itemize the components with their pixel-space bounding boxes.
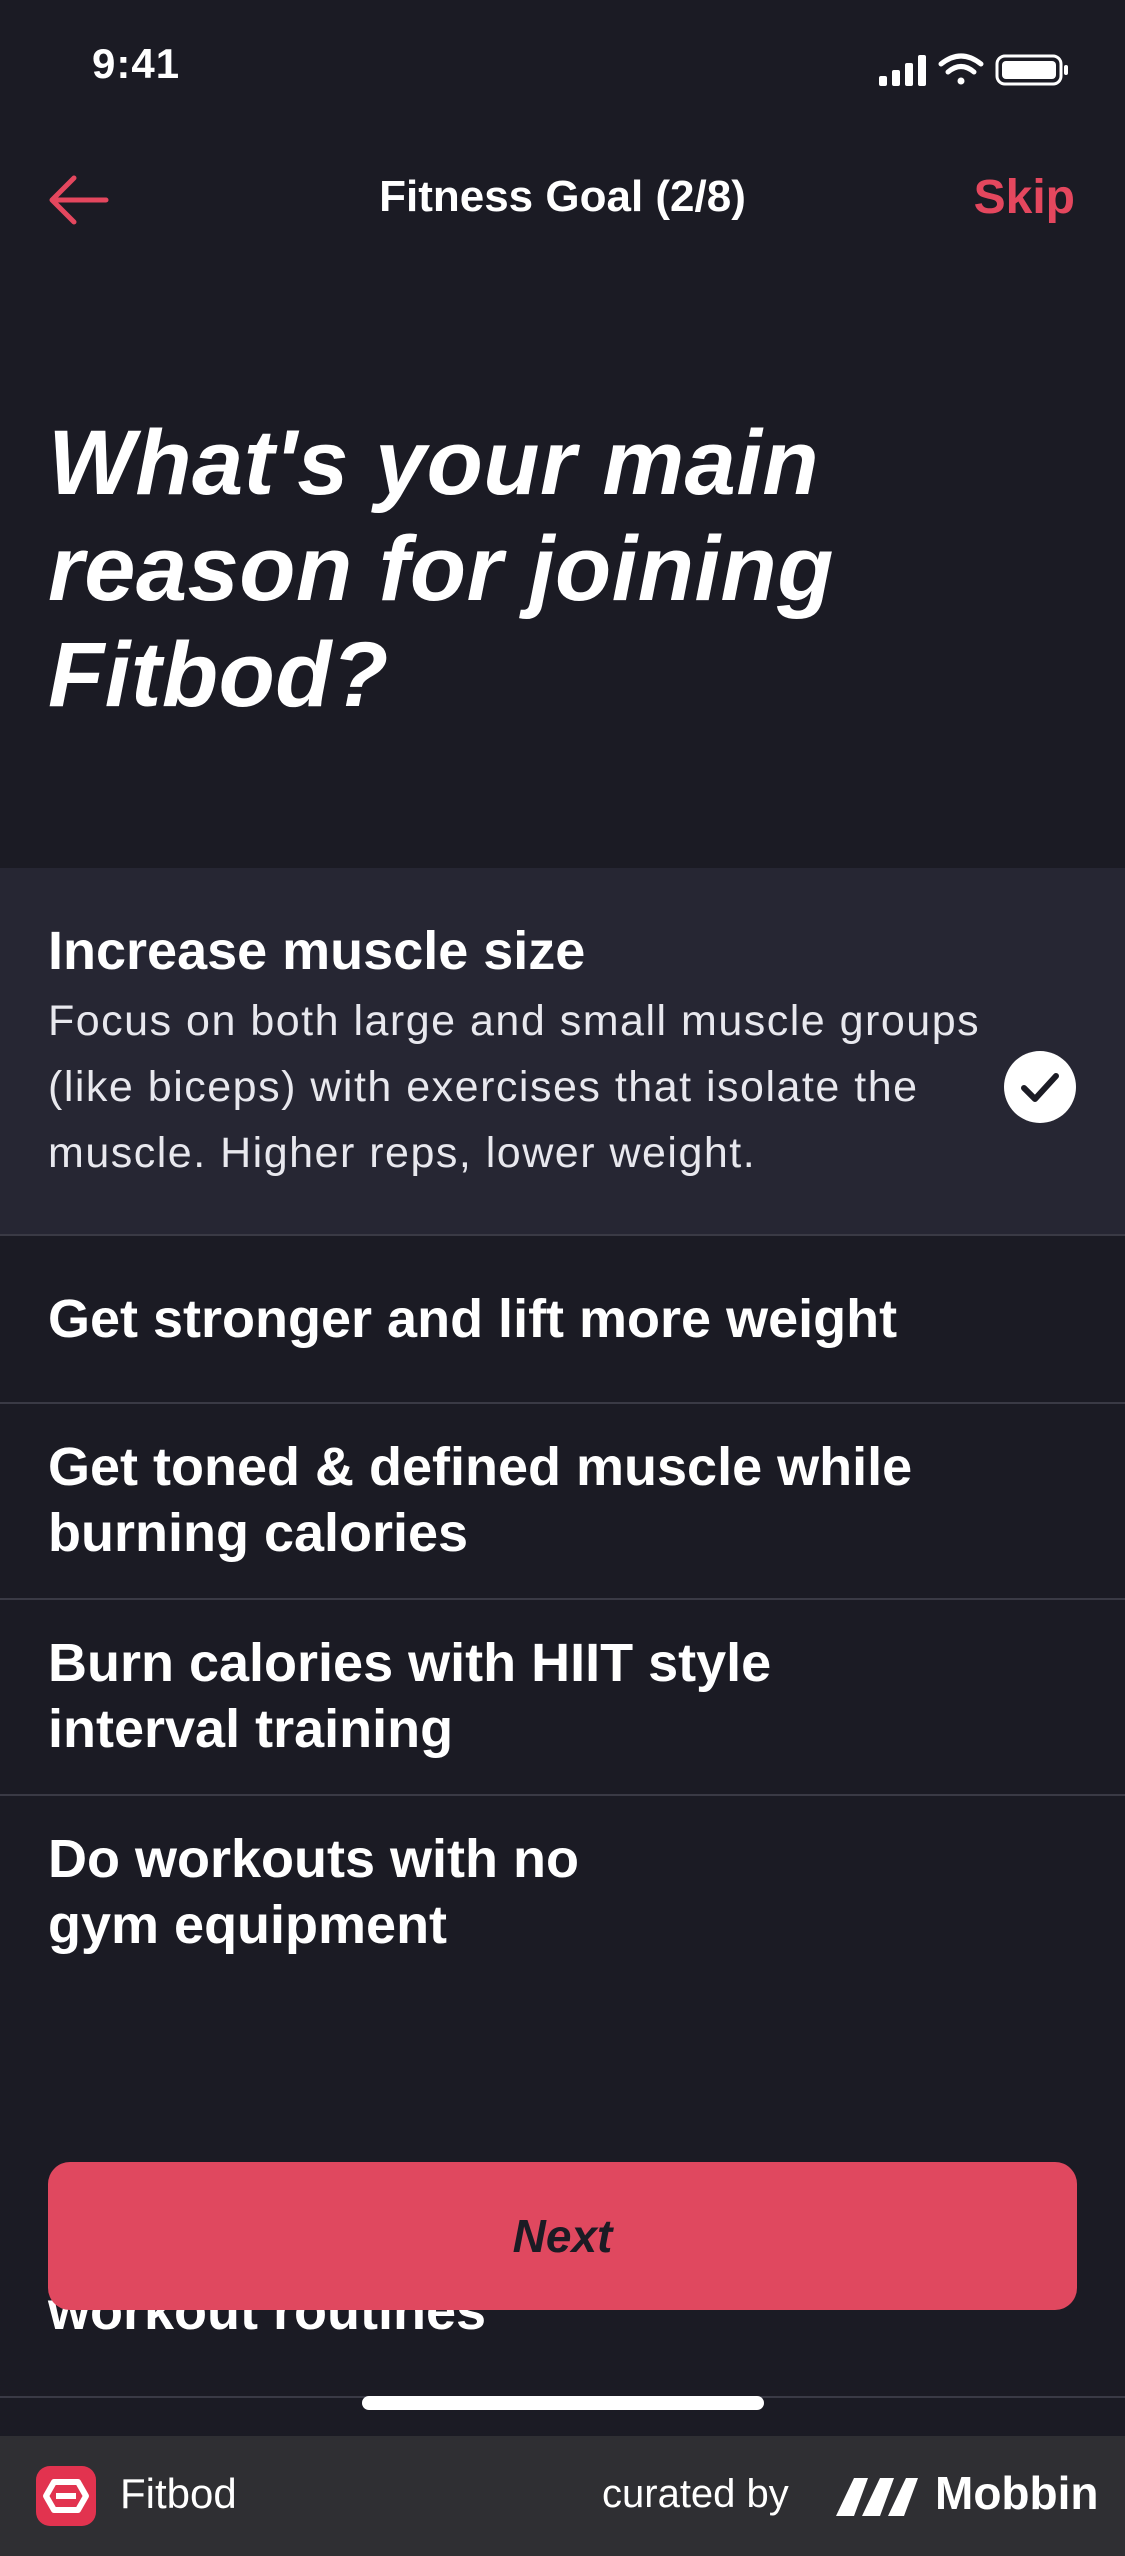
option-title: Get stronger and lift more weight <box>48 1289 898 1349</box>
status-icons <box>879 52 1079 88</box>
status-time: 9:41 <box>92 40 181 87</box>
option-title: Do workouts with no gym equipment <box>48 1829 579 1955</box>
home-indicator[interactable] <box>362 2396 764 2410</box>
skip-button[interactable]: Skip <box>974 170 1075 225</box>
footer-bar: Fitbod curated by Mobbin <box>0 2436 1125 2556</box>
mobbin-logo-icon <box>836 2478 918 2516</box>
option-title: Get toned & defined muscle while burning… <box>48 1437 913 1563</box>
nav-bar: Fitness Goal (2/8) Skip <box>0 150 1125 250</box>
footer-app-name: Fitbod <box>120 2470 237 2517</box>
option-title: Increase muscle size <box>48 921 586 981</box>
option-description: Focus on both large and small muscle gro… <box>48 997 981 1177</box>
wifi-icon <box>938 53 984 85</box>
option-increase-muscle-size[interactable]: Increase muscle size Focus on both large… <box>0 868 1125 1236</box>
option-burn-calories-hiit[interactable]: Burn calories with HIIT style interval t… <box>0 1600 1125 1796</box>
option-no-gym-equipment[interactable]: Do workouts with no gym equipment <box>0 1796 1125 1990</box>
option-title: Burn calories with HIIT style interval t… <box>48 1633 772 1759</box>
goal-options-list: Increase muscle size Focus on both large… <box>0 868 1125 1990</box>
cellular-signal-icon <box>879 55 926 86</box>
fitbod-logo-icon <box>36 2466 96 2526</box>
option-get-toned[interactable]: Get toned & defined muscle while burning… <box>0 1404 1125 1600</box>
question-heading: What's your main reason for joining Fitb… <box>48 412 834 726</box>
battery-icon <box>995 54 1068 86</box>
next-button[interactable]: Next <box>48 2162 1077 2310</box>
footer-brand: Mobbin <box>935 2467 1099 2519</box>
option-get-stronger[interactable]: Get stronger and lift more weight <box>0 1236 1125 1404</box>
status-bar: 9:41 <box>0 0 1125 140</box>
nav-title: Fitness Goal (2/8) <box>379 172 746 221</box>
footer-curated-by: curated by <box>602 2472 789 2516</box>
checkmark-circle-icon <box>1004 1051 1076 1123</box>
